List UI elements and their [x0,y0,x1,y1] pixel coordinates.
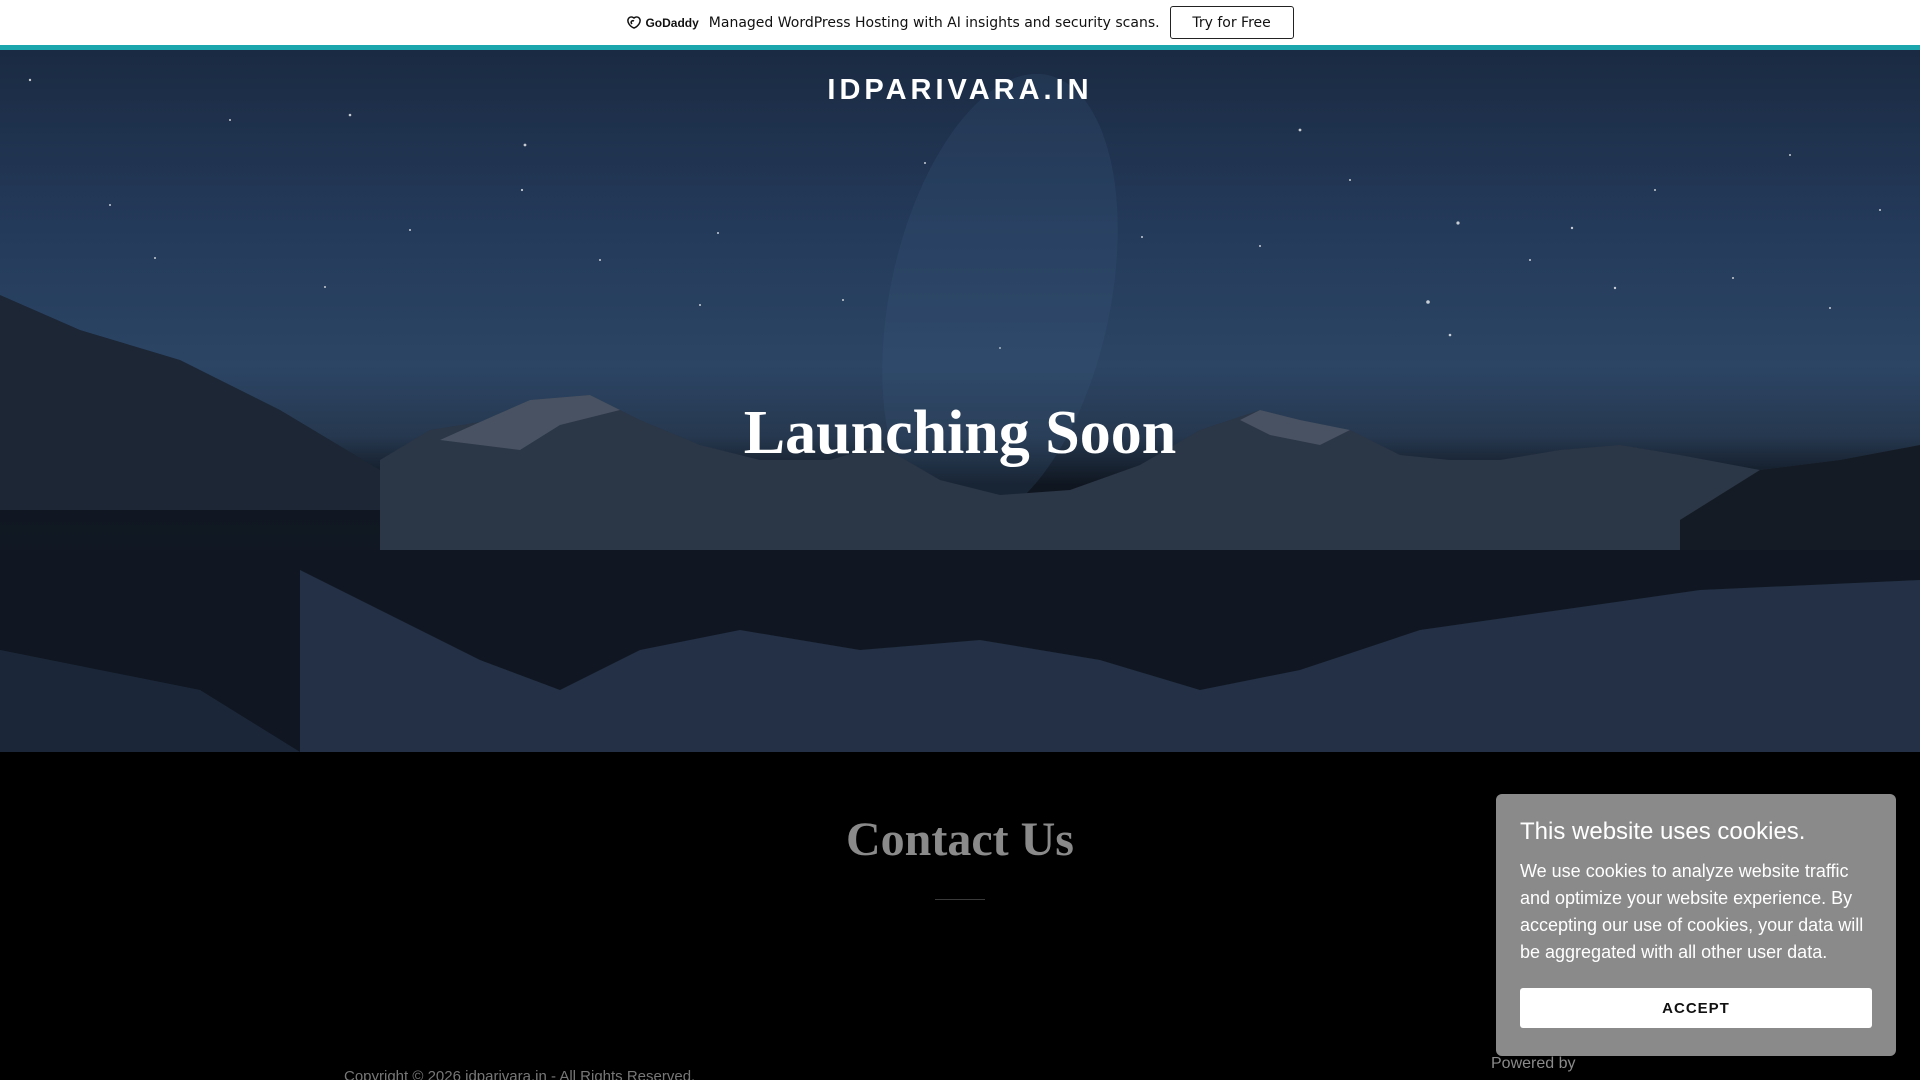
godaddy-logo-text: GoDaddy [645,15,699,30]
accept-cookies-button[interactable]: ACCEPT [1520,988,1872,1028]
hero-section: IDPARIVARA.IN Launching Soon [0,50,1920,752]
cookie-banner-title: This website uses cookies. [1520,818,1806,845]
powered-by-text: Powered by [1491,1055,1576,1072]
copyright-text: Copyright © 2026 idparivara.in - All Rig… [344,1068,696,1080]
promo-bar: GoDaddy Managed WordPress Hosting with A… [0,0,1920,45]
contact-divider [935,899,985,900]
hero-heading: Launching Soon [743,399,1177,467]
cookie-banner-body: We use cookies to analyze website traffi… [1520,861,1864,962]
promo-message: Managed WordPress Hosting with AI insigh… [708,14,1160,31]
godaddy-logo-icon [627,15,642,29]
site-title[interactable]: IDPARIVARA.IN [0,74,1920,107]
godaddy-logo: GoDaddy [626,15,699,30]
try-for-free-button[interactable]: Try for Free [1169,6,1294,39]
cookie-banner: This website uses cookies. We use cookie… [1496,794,1896,1056]
